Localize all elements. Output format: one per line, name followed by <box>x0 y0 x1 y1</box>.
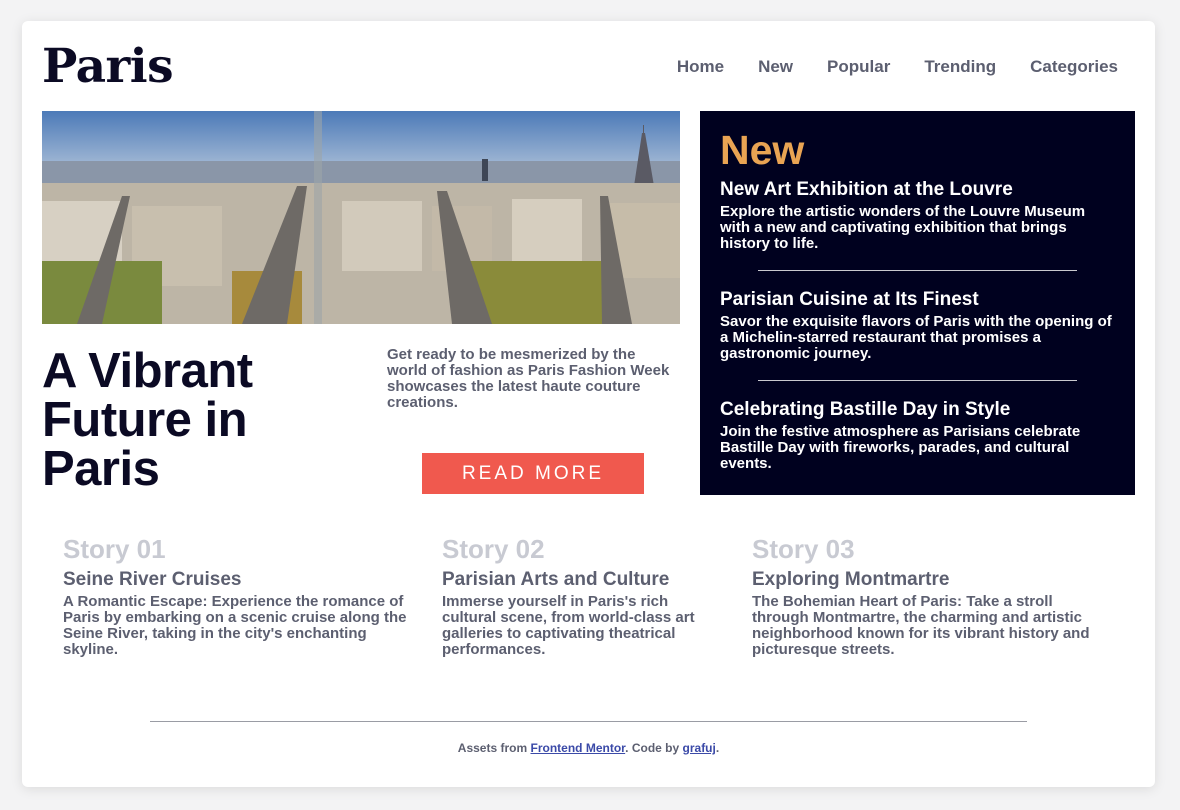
story-card: Story 02 Parisian Arts and Culture Immer… <box>442 534 712 658</box>
story-number: Story 01 <box>63 534 166 564</box>
news-item[interactable]: New Art Exhibition at the Louvre Explore… <box>720 179 1115 252</box>
story-title[interactable]: Seine River Cruises <box>63 569 408 591</box>
news-item-text: Explore the artistic wonders of the Louv… <box>720 203 1086 252</box>
author-link[interactable]: grafuj <box>683 741 716 755</box>
news-divider <box>758 380 1077 381</box>
news-item-title[interactable]: New Art Exhibition at the Louvre <box>720 179 1115 201</box>
news-item[interactable]: Parisian Cuisine at Its Finest Savor the… <box>720 289 1115 362</box>
story-number: Story 03 <box>752 534 855 564</box>
news-item-title[interactable]: Celebrating Bastille Day in Style <box>720 399 1115 421</box>
nav-home[interactable]: Home <box>677 57 724 77</box>
story-text: The Bohemian Heart of Paris: Take a stro… <box>752 593 1090 658</box>
footer-prefix: Assets from <box>457 741 531 755</box>
footer-middle: . Code by <box>625 741 683 755</box>
footer: Assets from Frontend Mentor. Code by gra… <box>22 741 1155 755</box>
news-item-text: Savor the exquisite flavors of Paris wit… <box>720 313 1112 362</box>
news-item-text: Join the festive atmosphere as Parisians… <box>720 423 1081 472</box>
story-card: Story 03 Exploring Montmartre The Bohemi… <box>752 534 1102 658</box>
hero-intro: Get ready to be mesmerized by the world … <box>387 346 670 411</box>
footer-divider <box>150 721 1027 722</box>
nav-new[interactable]: New <box>758 57 793 77</box>
story-text: Immerse yourself in Paris's rich cultura… <box>442 593 695 658</box>
read-more-button[interactable]: READ MORE <box>422 453 644 494</box>
nav-categories[interactable]: Categories <box>1030 57 1118 77</box>
main-nav: Home New Popular Trending Categories <box>677 57 1118 77</box>
story-title[interactable]: Parisian Arts and Culture <box>442 569 712 591</box>
nav-popular[interactable]: Popular <box>827 57 890 77</box>
news-item-title[interactable]: Parisian Cuisine at Its Finest <box>720 289 1115 311</box>
frontend-mentor-link[interactable]: Frontend Mentor <box>531 741 626 755</box>
story-title[interactable]: Exploring Montmartre <box>752 569 1102 591</box>
footer-suffix: . <box>715 741 720 755</box>
site-logo[interactable]: Paris <box>42 39 174 94</box>
story-card: Story 01 Seine River Cruises A Romantic … <box>63 534 408 658</box>
nav-trending[interactable]: Trending <box>924 57 996 77</box>
new-panel: New New Art Exhibition at the Louvre Exp… <box>700 111 1135 495</box>
hero-headline: A Vibrant Future in Paris <box>42 344 253 496</box>
story-number: Story 02 <box>442 534 545 564</box>
news-divider <box>758 270 1077 271</box>
page-card: Paris Home New Popular Trending Categori… <box>22 21 1155 787</box>
news-item[interactable]: Celebrating Bastille Day in Style Join t… <box>720 399 1115 472</box>
hero-image <box>42 111 680 324</box>
new-panel-title: New <box>720 127 805 173</box>
story-text: A Romantic Escape: Experience the romanc… <box>63 593 407 658</box>
